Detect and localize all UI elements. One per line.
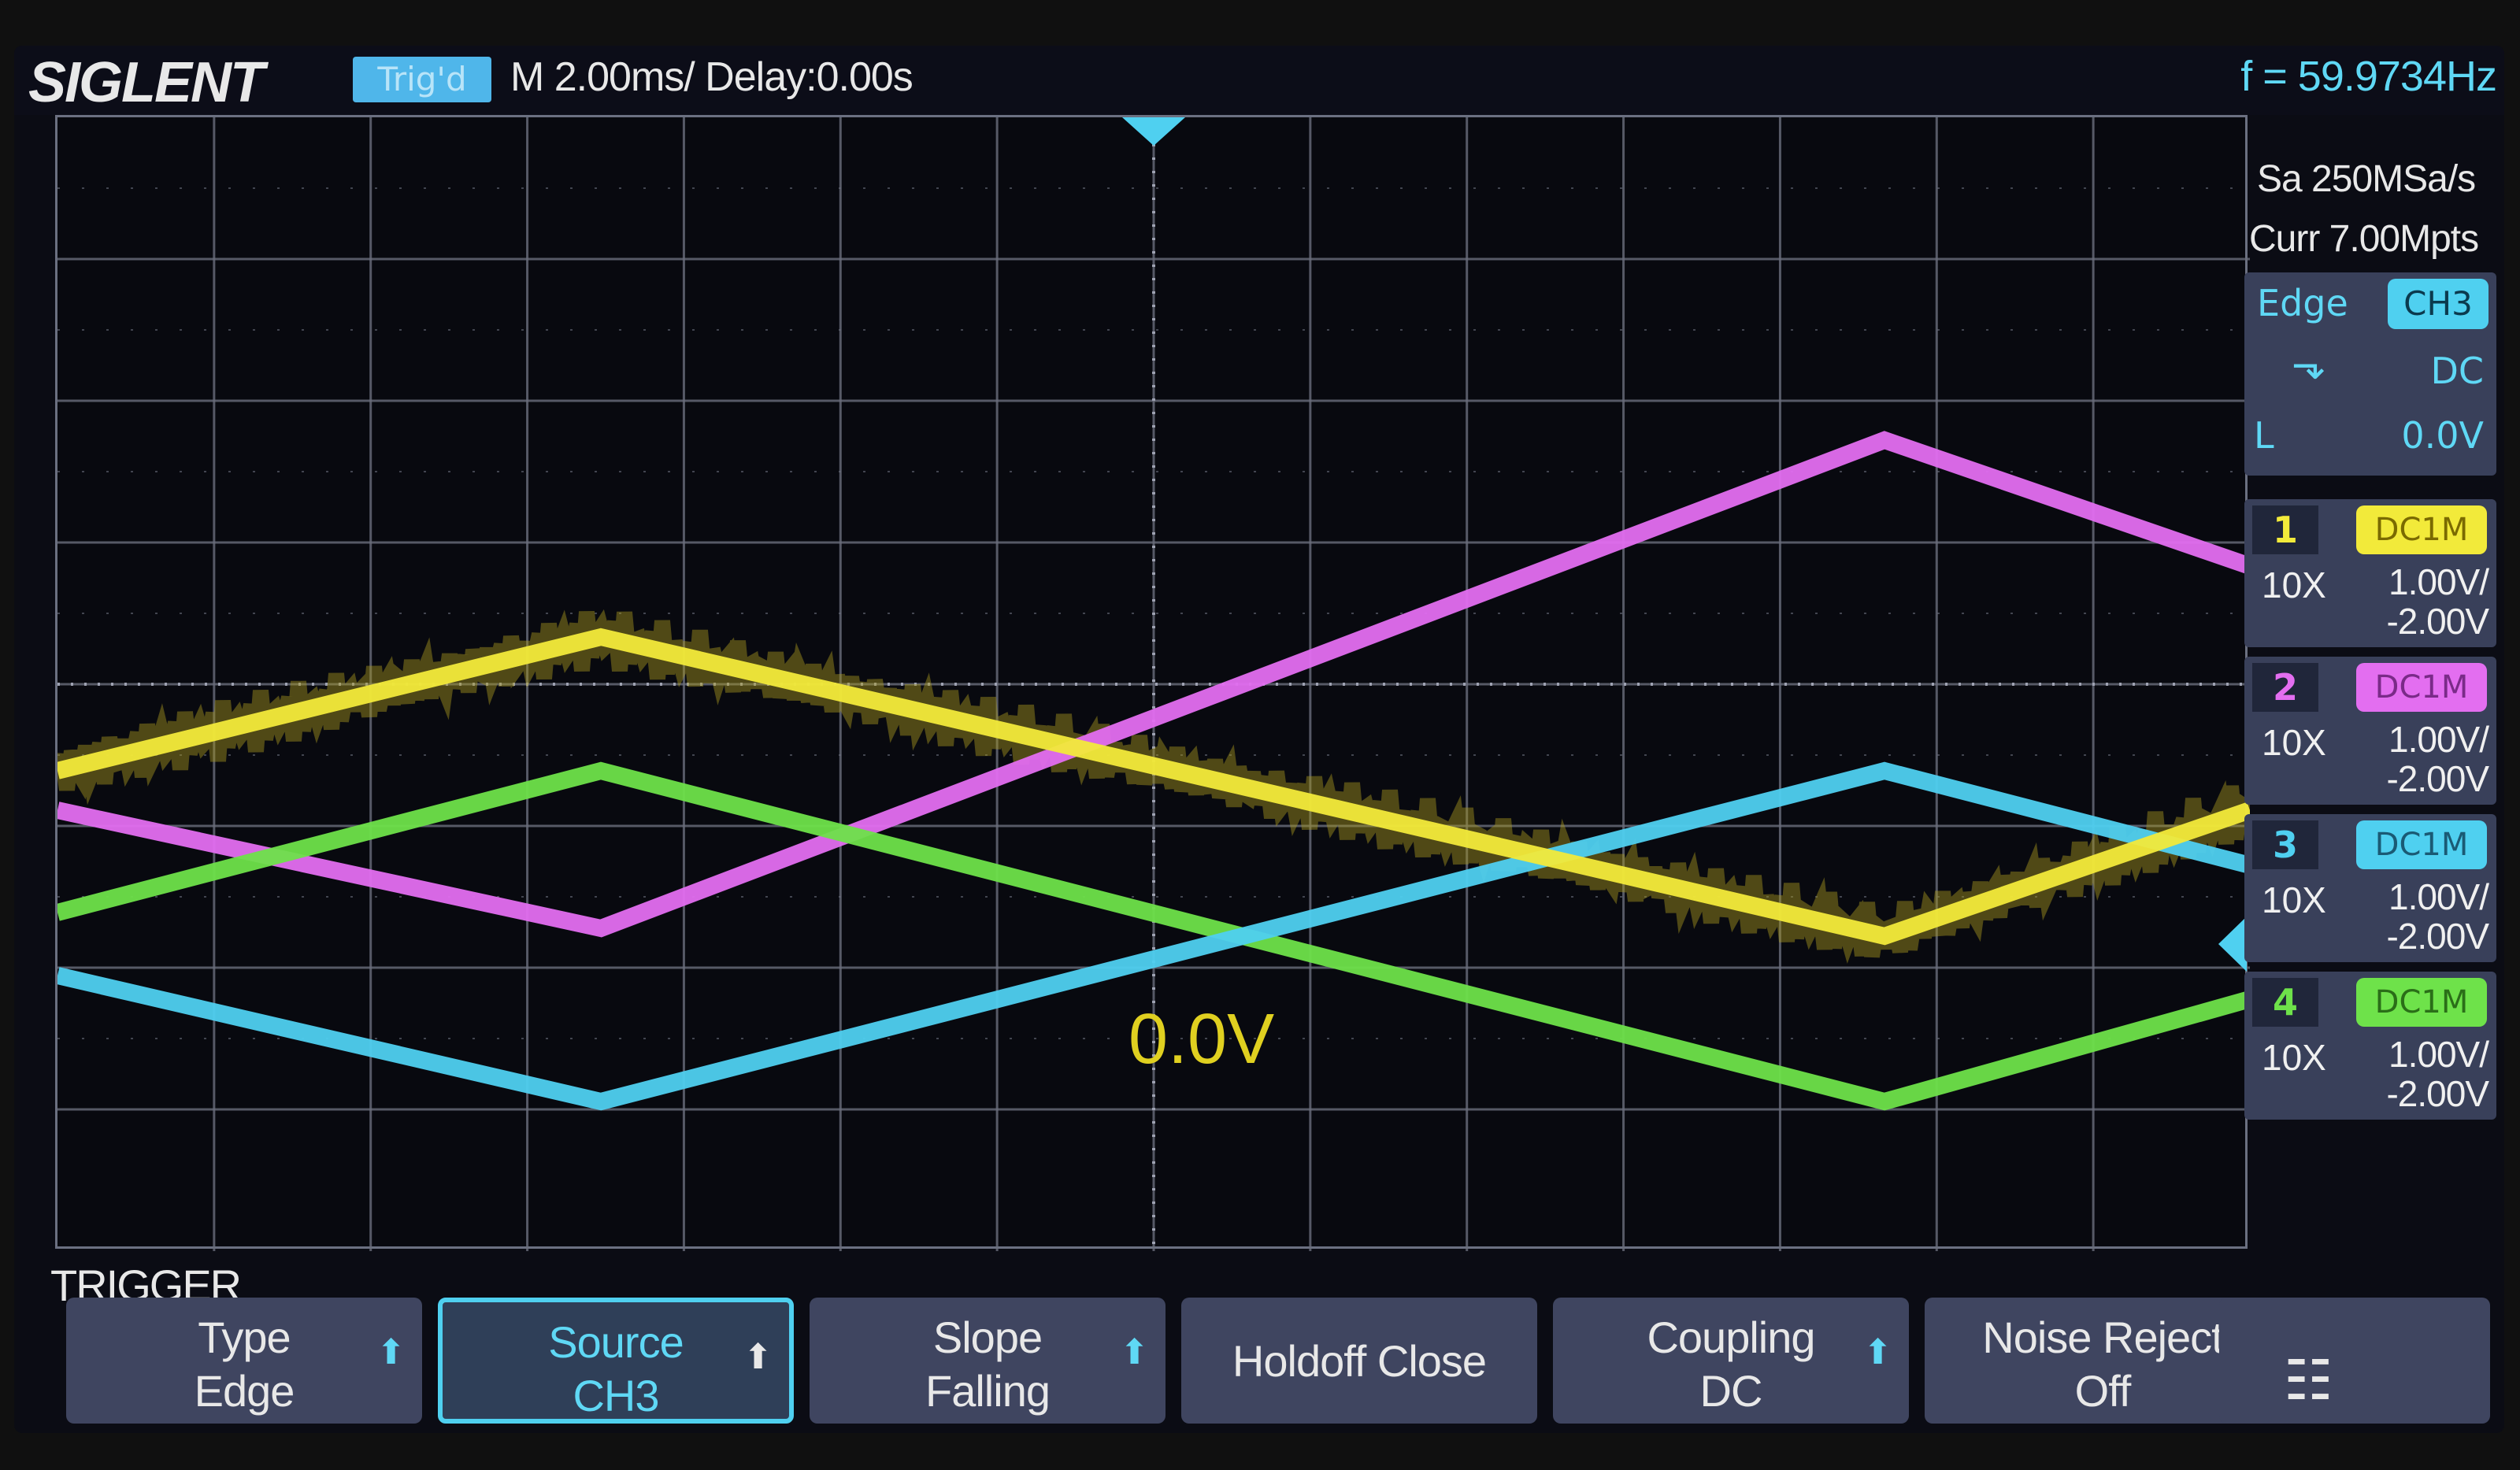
softkey-label: Holdoff Close — [1232, 1336, 1487, 1386]
trigger-coupling: DC — [2430, 350, 2484, 392]
softkey-value: Edge — [194, 1366, 295, 1416]
coupling-softkey[interactable]: Coupling DC ⬆ — [1553, 1298, 1909, 1424]
trigger-level-value: 0.0V — [2401, 414, 2484, 457]
waveform-canvas — [57, 117, 2250, 1251]
type-softkey[interactable]: Type Edge ⬆ — [66, 1298, 422, 1424]
channel-coupling-badge: DC1M — [2356, 978, 2487, 1027]
up-arrow-icon: ⬆ — [1863, 1333, 1892, 1372]
up-arrow-icon: ⬆ — [743, 1338, 773, 1376]
frequency-readout: f = 59.9734Hz — [2240, 53, 2497, 100]
softkey-label: Slope — [932, 1313, 1043, 1362]
timebase-readout[interactable]: M 2.00ms/ Delay:0.00s — [510, 54, 914, 101]
top-status-bar: SIGLENT Trig'd M 2.00ms/ Delay:0.00s f =… — [14, 46, 2504, 115]
waveform-display[interactable]: 0.0V — [55, 115, 2250, 1251]
softkey-label: Source — [548, 1317, 684, 1367]
channel-probe: 10X — [2262, 565, 2326, 605]
channel-3-panel[interactable]: 3 DC1M 10X 1.00V/ -2.00V — [2244, 814, 2496, 962]
channel-scale: 1.00V/ — [2388, 1034, 2489, 1075]
falling-slope-icon: ⬎ — [2292, 342, 2326, 389]
up-arrow-icon: ⬆ — [1120, 1333, 1149, 1372]
trigger-source-badge: CH3 — [2388, 279, 2488, 329]
network-icon: ☷ — [2284, 1348, 2333, 1413]
channel-scale: 1.00V/ — [2388, 719, 2489, 760]
channel-2-panel[interactable]: 2 DC1M 10X 1.00V/ -2.00V — [2244, 657, 2496, 805]
source-softkey[interactable]: Source CH3 ⬆ — [438, 1298, 794, 1424]
sample-rate: Sa 250MSa/s — [2257, 158, 2476, 200]
softkey-label: Coupling — [1647, 1313, 1815, 1362]
network-softkey[interactable]: ☷ — [2219, 1298, 2490, 1424]
channel-1-panel[interactable]: 1 DC1M 10X 1.00V/ -2.00V — [2244, 499, 2496, 647]
channel-number: 2 — [2252, 663, 2318, 712]
trigger-level-label-prefix: L — [2254, 414, 2274, 457]
holdoff-softkey[interactable]: Holdoff Close — [1181, 1298, 1537, 1424]
slope-softkey[interactable]: Slope Falling ⬆ — [810, 1298, 1166, 1424]
trigger-position-marker — [1122, 117, 1185, 146]
trigger-level-label: 0.0V — [1128, 1000, 1275, 1079]
channel-probe: 10X — [2262, 722, 2326, 763]
trigger-summary[interactable]: Edge CH3 ⬎ DC L 0.0V — [2244, 272, 2496, 476]
channel-offset: -2.00V — [2386, 601, 2489, 642]
channel-4-panel[interactable]: 4 DC1M 10X 1.00V/ -2.00V — [2244, 972, 2496, 1120]
channel-number: 4 — [2252, 978, 2318, 1027]
channel-number: 3 — [2252, 820, 2318, 869]
channel-coupling-badge: DC1M — [2356, 663, 2487, 712]
trigger-type: Edge — [2257, 282, 2348, 324]
channel-offset: -2.00V — [2386, 1073, 2489, 1114]
softkey-value: DC — [1699, 1366, 1763, 1416]
channel-scale: 1.00V/ — [2388, 876, 2489, 917]
oscilloscope-screen: SIGLENT Trig'd M 2.00ms/ Delay:0.00s f =… — [14, 46, 2504, 1433]
channel-offset: -2.00V — [2386, 758, 2489, 799]
memory-depth: Curr 7.00Mpts — [2249, 218, 2479, 260]
up-arrow-icon: ⬆ — [376, 1333, 406, 1372]
brand-logo: SIGLENT — [28, 51, 265, 114]
channel-probe: 10X — [2262, 879, 2326, 920]
trigger-status-badge: Trig'd — [353, 57, 491, 102]
trigger-level-marker — [2218, 916, 2247, 972]
softkey-value: Falling — [925, 1366, 1051, 1416]
softkey-label: Type — [198, 1313, 291, 1362]
channel-scale: 1.00V/ — [2388, 561, 2489, 602]
channel-coupling-badge: DC1M — [2356, 505, 2487, 554]
softkey-value: CH3 — [573, 1371, 659, 1420]
channel-coupling-badge: DC1M — [2356, 820, 2487, 869]
channel-probe: 10X — [2262, 1037, 2326, 1078]
channel-number: 1 — [2252, 505, 2318, 554]
channel-offset: -2.00V — [2386, 916, 2489, 957]
